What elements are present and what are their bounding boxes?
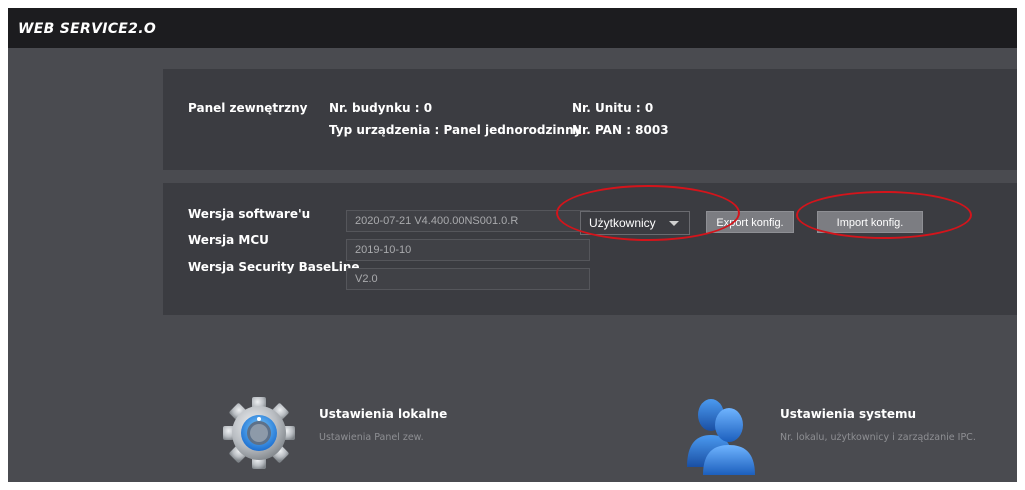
app-window: WEB SERVICE2.O Panel zewnętrzny Nr. budy…	[8, 8, 1017, 482]
chevron-down-icon	[669, 221, 679, 226]
version-panel: Wersja software'u 2020-07-21 V4.400.00NS…	[163, 183, 1017, 315]
import-config-button[interactable]: Import konfig.	[817, 211, 923, 233]
software-version-label: Wersja software'u	[188, 207, 311, 221]
device-label: Panel zewnętrzny	[188, 101, 308, 115]
top-bar: WEB SERVICE2.O	[8, 8, 1017, 48]
app-logo: WEB SERVICE2.O	[18, 21, 157, 37]
security-baseline-field: V2.0	[346, 268, 590, 290]
device-info-panel: Panel zewnętrzny Nr. budynku : 0 Nr. Uni…	[163, 69, 1017, 170]
unit-number: Nr. Unitu : 0	[572, 101, 654, 115]
building-number: Nr. budynku : 0	[329, 101, 433, 115]
users-icon	[687, 399, 755, 475]
mcu-version-label: Wersja MCU	[188, 233, 269, 247]
config-type-value: Użytkownicy	[589, 216, 656, 230]
local-settings-title: Ustawienia lokalne	[319, 407, 448, 421]
export-config-button[interactable]: Export konfig.	[706, 211, 794, 233]
gear-icon	[223, 397, 295, 469]
local-settings-subtitle: Ustawienia Panel zew.	[319, 432, 424, 443]
security-baseline-label: Wersja Security BaseLine	[188, 260, 360, 274]
software-version-field: 2020-07-21 V4.400.00NS001.0.R	[346, 210, 590, 232]
config-type-select[interactable]: Użytkownicy	[580, 211, 690, 235]
system-settings-title: Ustawienia systemu	[780, 407, 917, 421]
pan-number: Nr. PAN : 8003	[572, 123, 669, 137]
system-settings-subtitle: Nr. lokalu, użytkownicy i zarządzanie IP…	[780, 432, 976, 443]
device-type: Typ urządzenia : Panel jednorodzinny	[329, 123, 582, 137]
mcu-version-field: 2019-10-10	[346, 239, 590, 261]
